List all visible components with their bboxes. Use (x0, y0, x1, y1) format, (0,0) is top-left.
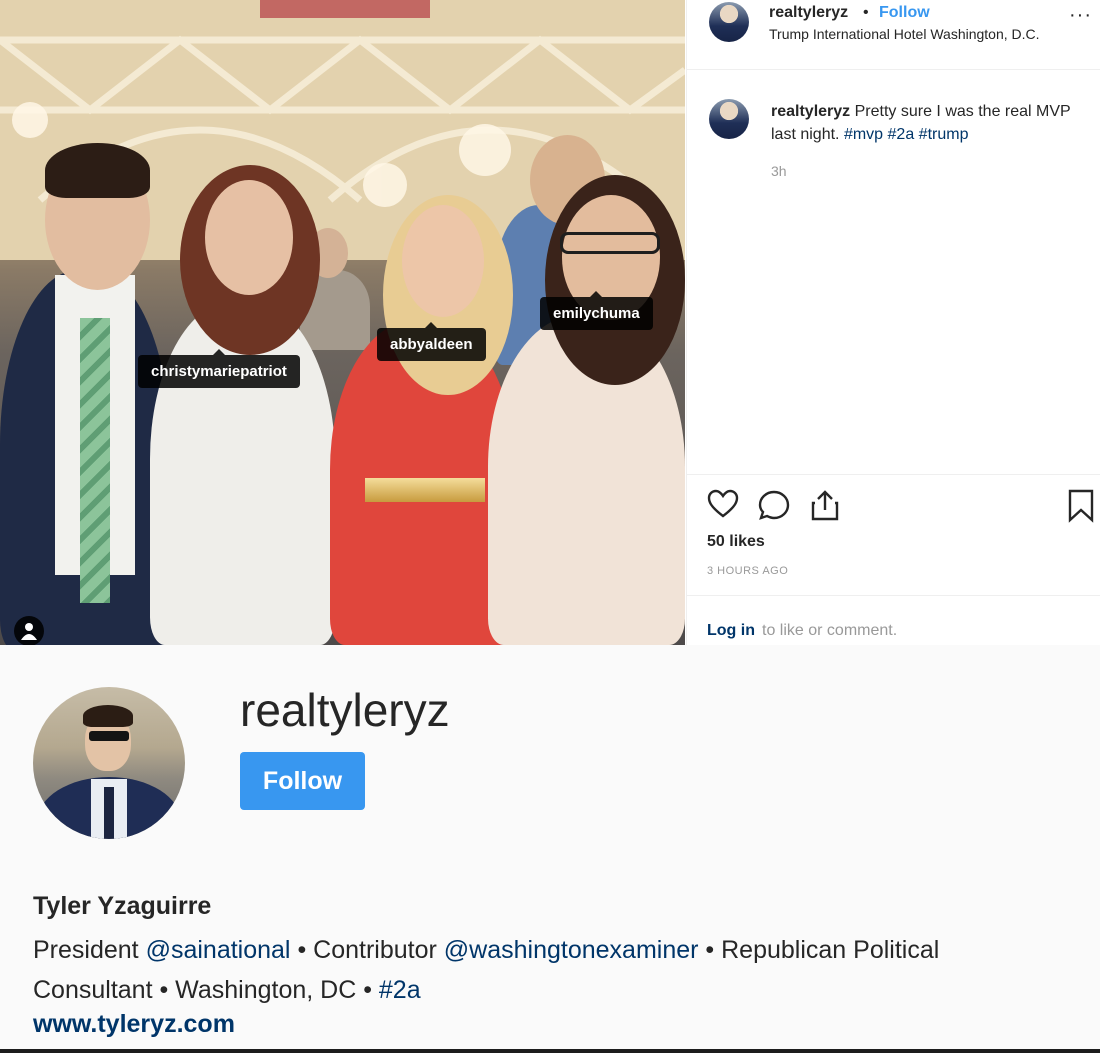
mention-link[interactable]: @sainational (146, 936, 291, 964)
bio-text: Consultant • Washington, DC • (33, 976, 372, 1004)
avatar-tie (104, 787, 114, 839)
likes-count[interactable]: 50 likes (707, 533, 765, 551)
profile-bio: President @sainational • Contributor @wa… (33, 930, 1083, 1010)
glasses (560, 232, 660, 254)
login-link[interactable]: Log in (707, 622, 755, 640)
caption-avatar[interactable] (709, 99, 749, 139)
user-icon (21, 623, 37, 640)
header-separator: • (863, 4, 869, 21)
profile-full-name: Tyler Yzaguirre (33, 892, 212, 920)
post-caption: realtyleryz Pretty sure I was the real M… (771, 100, 1089, 146)
header-location[interactable]: Trump International Hotel Washington, D.… (769, 26, 1040, 42)
post-actions: 50 likes 3 HOURS AGO Log in to like or c… (687, 474, 1100, 644)
bio-text: • Contributor (297, 936, 437, 964)
caption-username[interactable]: realtyleryz (771, 103, 850, 120)
post-photo[interactable]: christymariepatriot abbyaldeen emilychum… (0, 0, 685, 645)
photo-tag[interactable]: abbyaldeen (377, 322, 486, 361)
photo-tag[interactable]: christymariepatriot (138, 349, 300, 388)
header-follow-link[interactable]: Follow (879, 4, 930, 22)
bio-text: • Republican Political (705, 936, 940, 964)
follow-button[interactable]: Follow (240, 752, 365, 810)
post-timestamp: 3 HOURS AGO (707, 565, 789, 577)
hashtag-link[interactable]: #trump (919, 126, 969, 143)
heart-icon[interactable] (707, 489, 739, 519)
bio-text: President (33, 936, 139, 964)
header-avatar[interactable] (709, 2, 749, 42)
bookmark-icon[interactable] (1067, 489, 1095, 523)
photo-tag[interactable]: emilychuma (540, 291, 653, 330)
tie (80, 318, 110, 603)
profile-avatar[interactable] (33, 687, 185, 839)
more-icon[interactable]: ··· (1069, 4, 1092, 27)
post-header: realtyleryz • Follow Trump International… (687, 0, 1100, 70)
man-hair (45, 143, 150, 198)
profile-section: realtyleryz Follow Tyler Yzaguirre Presi… (0, 645, 1100, 1053)
login-hint: to like or comment. (762, 622, 898, 639)
profile-username: realtyleryz (240, 684, 450, 736)
woman2-head (402, 205, 484, 317)
woman1-head (205, 180, 293, 295)
comment-icon[interactable] (757, 489, 791, 521)
share-icon[interactable] (809, 489, 841, 521)
avatar-hair (83, 705, 133, 727)
header-username[interactable]: realtyleryz (769, 4, 848, 22)
hashtag-link[interactable]: #2a (888, 126, 915, 143)
avatar-sunglasses (89, 731, 129, 741)
instagram-post: christymariepatriot abbyaldeen emilychum… (0, 0, 1100, 645)
login-row: Log in to like or comment. (687, 595, 1100, 645)
caption-time: 3h (771, 163, 787, 179)
profile-website-link[interactable]: www.tyleryz.com (33, 1010, 235, 1039)
bottom-border (0, 1049, 1100, 1053)
hashtag-link[interactable]: #mvp (844, 126, 883, 143)
post-sidebar: realtyleryz • Follow Trump International… (686, 0, 1100, 645)
gold-belt (365, 478, 485, 502)
hashtag-link[interactable]: #2a (379, 976, 421, 1004)
mention-link[interactable]: @washingtonexaminer (444, 936, 699, 964)
tagged-users-button[interactable] (14, 616, 44, 645)
